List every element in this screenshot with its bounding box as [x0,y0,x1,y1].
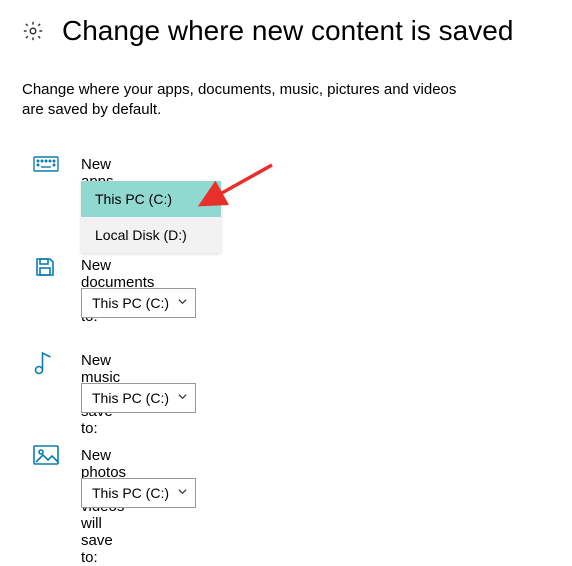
apps-option-this-pc[interactable]: This PC (C:) [81,181,221,217]
page-description: Change where your apps, documents, music… [22,80,472,121]
gear-icon [22,20,44,42]
apps-location-dropdown[interactable]: This PC (C:) Local Disk (D:) [81,181,221,253]
music-note-icon [33,350,55,381]
documents-location-select[interactable]: This PC (C:) [81,288,196,318]
apps-option-local-disk-d[interactable]: Local Disk (D:) [81,217,221,253]
chevron-down-icon [169,484,195,502]
save-icon [33,255,57,284]
music-location-value: This PC (C:) [82,390,169,406]
option-label: Local Disk (D:) [95,227,187,243]
chevron-down-icon [169,389,195,407]
photos-location-value: This PC (C:) [82,485,169,501]
picture-icon [33,445,59,470]
keyboard-icon [33,154,59,179]
page-title: Change where new content is saved [62,15,513,47]
option-label: This PC (C:) [95,191,172,207]
chevron-down-icon [169,294,195,312]
documents-location-value: This PC (C:) [82,295,169,311]
photos-location-select[interactable]: This PC (C:) [81,478,196,508]
music-location-select[interactable]: This PC (C:) [81,383,196,413]
